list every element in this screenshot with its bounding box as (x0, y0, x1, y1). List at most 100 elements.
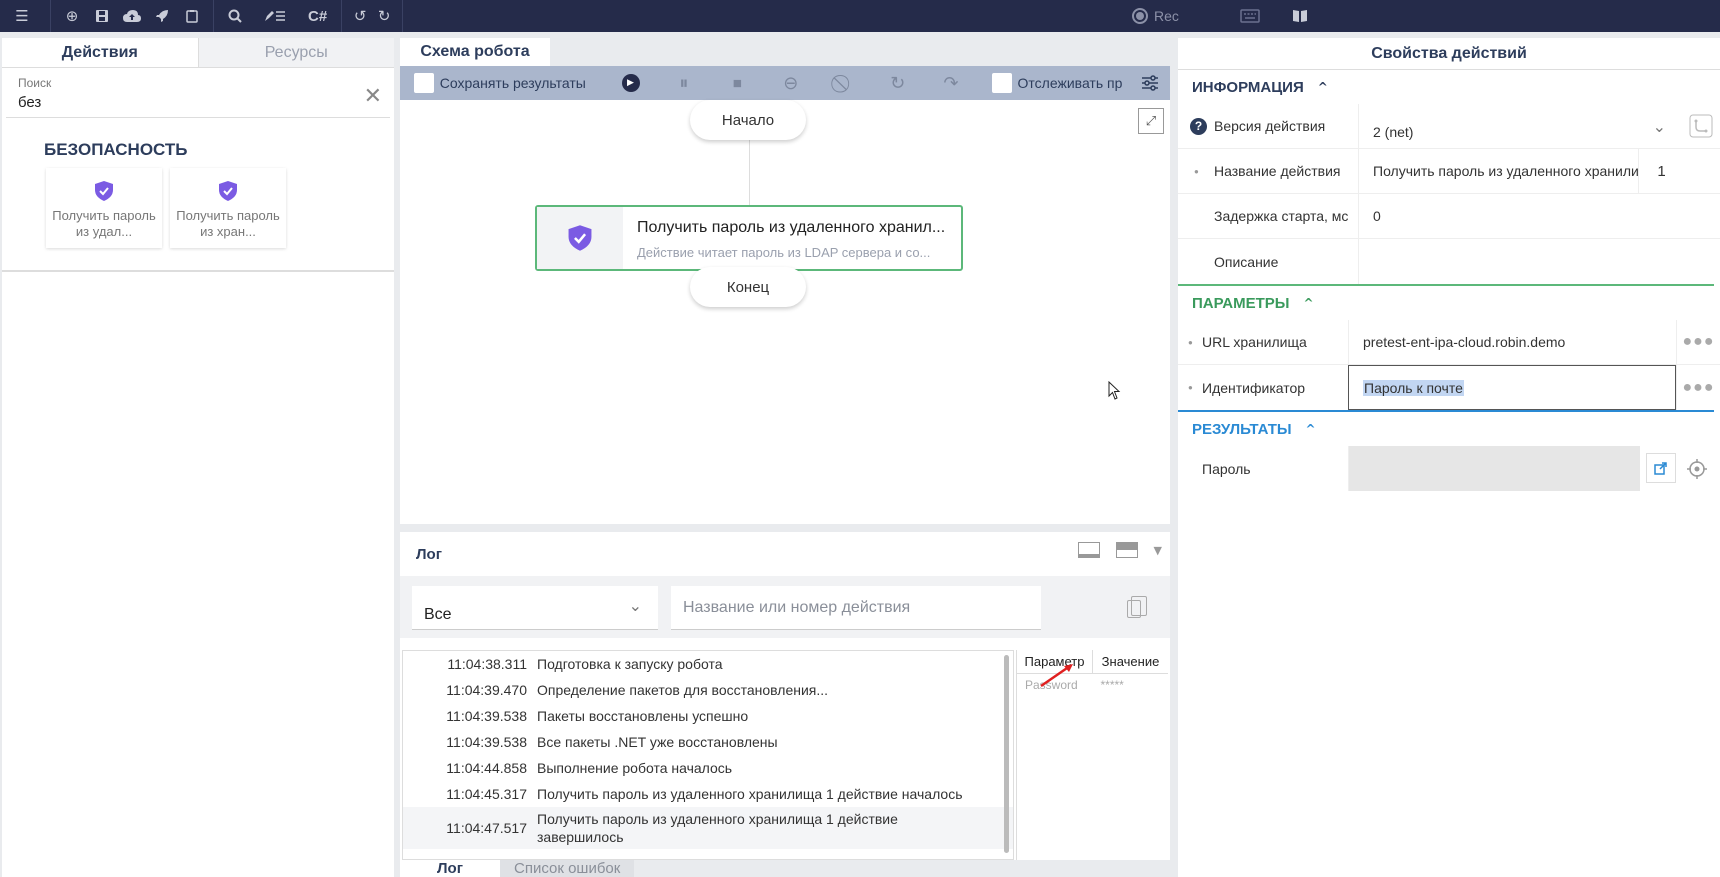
tab-error-list[interactable]: Список ошибок (500, 860, 635, 877)
log-row[interactable]: 11:04:39.538 Пакеты восстановлены успешно (403, 703, 1013, 729)
end-node[interactable]: Конец (690, 267, 806, 307)
log-scrollbar[interactable] (1004, 655, 1009, 853)
search-field[interactable]: Поиск ✕ (6, 70, 390, 118)
tab-log[interactable]: Лог (400, 860, 500, 877)
left-divider (2, 270, 394, 272)
row-url: ● URL хранилища pretest-ent-ipa-cloud.ro… (1178, 320, 1720, 365)
cloud-upload-icon[interactable] (117, 0, 147, 32)
search-input[interactable] (18, 94, 348, 111)
panel-minimize-icon[interactable] (1077, 542, 1100, 558)
log-row[interactable]: 11:04:39.538 Все пакеты .NET уже восстано… (403, 729, 1013, 755)
export-icon[interactable] (1646, 453, 1676, 483)
action-cards: Получить пароль из удал... Получить паро… (46, 168, 394, 248)
log-row[interactable]: 11:04:38.311 Подготовка к запуску робота (403, 651, 1013, 677)
shield-icon (95, 181, 113, 201)
toolbar-right (1225, 0, 1325, 32)
log-row[interactable]: 11:04:45.317 Получить пароль из удаленног… (403, 781, 1013, 807)
settings-sliders-icon[interactable] (1130, 75, 1170, 91)
password-label-cell: Пароль (1178, 446, 1348, 491)
identifier-input[interactable]: Пароль к почте (1348, 365, 1676, 410)
connector-icon[interactable] (1682, 104, 1720, 148)
section-info-header[interactable]: ИНФОРМАЦИЯ ^ (1178, 70, 1720, 104)
search-icon[interactable] (220, 0, 250, 32)
copy-icon[interactable] (1127, 596, 1147, 618)
minus-circle-icon[interactable]: ⊖ (764, 73, 817, 94)
menu-icon[interactable]: ☰ (0, 0, 44, 32)
chevron-up-icon: ^ (1305, 422, 1316, 436)
play-button[interactable]: ▶ (604, 74, 657, 92)
log-list[interactable]: 11:04:38.311 Подготовка к запуску робота … (402, 650, 1014, 860)
log-time: 11:04:39.538 (446, 734, 527, 750)
section-results-header[interactable]: РЕЗУЛЬТАТЫ ^ (1178, 412, 1720, 446)
pause-icon[interactable]: ⏸ (657, 73, 710, 94)
log-level-select[interactable]: Все ⌄ (412, 586, 658, 630)
help-icon[interactable]: ? (1190, 117, 1207, 135)
track-checkbox[interactable] (991, 73, 1012, 93)
action-card-label: Получить пароль из удал... (52, 208, 156, 239)
redo-step-icon[interactable]: ↷ (924, 73, 977, 94)
record-icon (1132, 8, 1148, 24)
more-options-icon[interactable]: ●●● (1676, 320, 1720, 364)
tab-resources[interactable]: Ресурсы (198, 38, 394, 67)
log-row[interactable]: 11:04:47.517 Получить пароль из удаленног… (403, 807, 1013, 849)
start-node[interactable]: Начало (690, 100, 806, 140)
log-time: 11:04:39.470 (446, 682, 527, 698)
action-card-vault[interactable]: Получить пароль из хран... (170, 168, 286, 248)
url-label-cell: ● URL хранилища (1178, 320, 1348, 364)
record-button[interactable]: Rec (1132, 0, 1192, 32)
panel-half-icon[interactable] (1115, 542, 1138, 558)
delay-input[interactable]: 0 (1358, 194, 1688, 238)
section-params-title: ПАРАМЕТРЫ (1192, 294, 1290, 312)
properties-panel: Свойства действий ИНФОРМАЦИЯ ^ ? Версия … (1178, 38, 1720, 877)
expand-icon[interactable]: ⤢ (1138, 108, 1164, 134)
search-label: Поиск (18, 76, 52, 90)
url-input[interactable]: pretest-ent-ipa-cloud.robin.demo (1348, 320, 1676, 364)
chevron-down-icon[interactable]: ▼ (1154, 544, 1162, 557)
toolbar-divider (402, 0, 404, 32)
scheme-toolbar: Сохранять результаты ▶ ⏸ ⏹ ⊖ ⃠ ↻ ↷ Отсле… (400, 66, 1170, 100)
action-node[interactable]: Получить пароль из удаленного хранил... … (535, 205, 963, 271)
param-value: ***** (1100, 678, 1124, 692)
chevron-up-icon: ^ (1317, 80, 1328, 94)
save-results-label: Сохранять результаты (439, 75, 586, 91)
description-input[interactable] (1358, 239, 1688, 284)
target-icon[interactable] (1682, 446, 1712, 491)
name-label: Название действия (1214, 163, 1341, 179)
flow-connector (749, 140, 750, 205)
action-name-input[interactable]: Получить пароль из удаленного хранили (1358, 149, 1638, 193)
tab-actions[interactable]: Действия (2, 38, 199, 67)
log-message: Выполнение робота началось (537, 760, 733, 776)
version-select[interactable]: 2 (net) ⌄ (1358, 104, 1682, 148)
redo-icon[interactable]: ↻ (372, 0, 396, 32)
edit-list-icon[interactable] (250, 0, 300, 32)
keyboard-icon[interactable] (1225, 0, 1275, 32)
undo-icon[interactable]: ↺ (348, 0, 372, 32)
book-icon[interactable] (1275, 0, 1325, 32)
save-results-checkbox[interactable] (414, 73, 434, 93)
add-icon[interactable]: ⊕ (57, 0, 87, 32)
save-icon[interactable] (87, 0, 117, 32)
section-params-header[interactable]: ПАРАМЕТРЫ ^ (1178, 286, 1720, 320)
log-message: Определение пакетов для восстановления..… (537, 682, 829, 698)
action-card-remote-vault[interactable]: Получить пароль из удал... (46, 168, 162, 248)
cancel-icon[interactable]: ⃠ (817, 73, 870, 94)
clear-search-icon[interactable]: ✕ (364, 84, 382, 109)
log-row[interactable]: 11:04:39.470 Определение пакетов для восс… (403, 677, 1013, 703)
restart-icon[interactable]: ↻ (871, 73, 924, 94)
version-value: 2 (net) (1373, 124, 1414, 140)
rocket-icon[interactable] (147, 0, 177, 32)
version-label: Версия действия (1214, 118, 1326, 134)
more-options-icon[interactable]: ●●● (1676, 365, 1720, 410)
tab-robot-scheme[interactable]: Схема робота (400, 38, 550, 66)
stop-icon[interactable]: ⏹ (711, 73, 764, 94)
clipboard-icon[interactable] (177, 0, 207, 32)
delay-label-cell: Задержка старта, мс (1178, 194, 1358, 238)
name-label-cell: ● Название действия (1178, 149, 1358, 193)
toolbar-divider (50, 0, 51, 32)
log-time: 11:04:47.517 (446, 820, 527, 836)
log-row[interactable]: 11:04:44.858 Выполнение робота началось (403, 755, 1013, 781)
log-view-buttons: ▼ (1077, 542, 1162, 558)
action-index: 1 (1638, 149, 1684, 193)
csharp-button[interactable]: C# (300, 8, 335, 25)
log-search-input[interactable] (671, 586, 1041, 630)
